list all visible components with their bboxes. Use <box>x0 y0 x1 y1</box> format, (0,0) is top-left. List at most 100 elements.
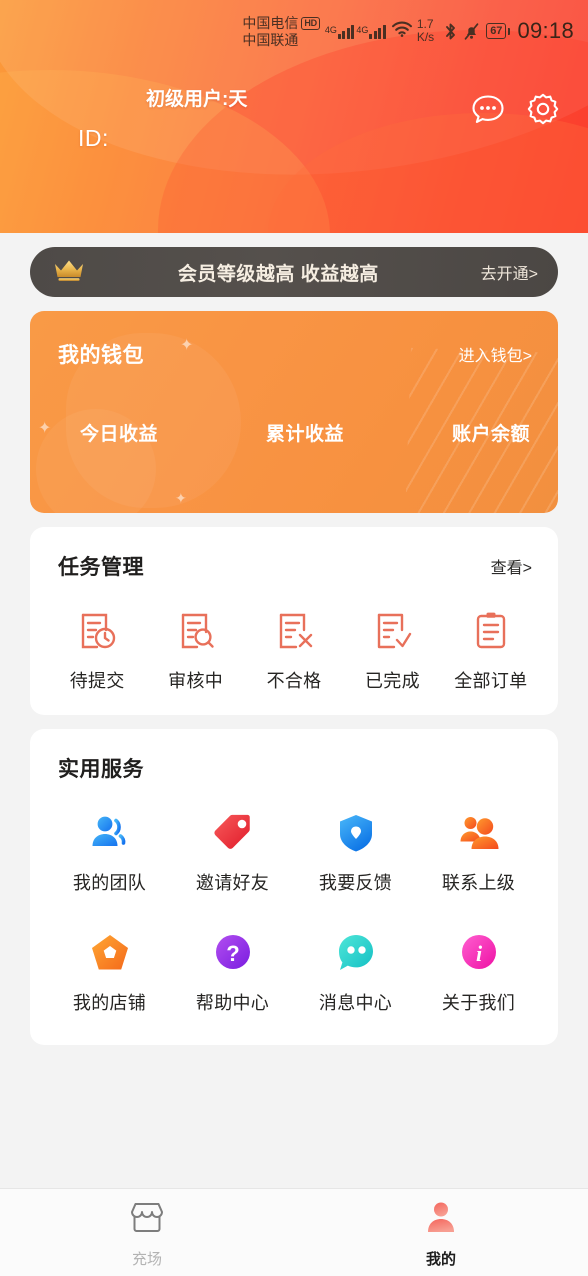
network-type-label-1: 4G <box>324 24 337 35</box>
sparkle-icon: ✦ <box>38 420 52 437</box>
wallet-stat-today[interactable]: 今日收益 <box>58 419 230 460</box>
services-grid-row-2: 我的店铺 ? 帮助中心 消息中心 i 关于我们 <box>48 929 540 1015</box>
signal-bars-icon <box>369 24 386 39</box>
wallet-card: ✦ ✦ ✦ 我的钱包 进入钱包> 今日收益 累计收益 账户余额 <box>30 311 558 513</box>
task-item-rejected[interactable]: 不合格 <box>245 607 343 693</box>
battery-cap <box>507 27 511 35</box>
wallet-header: 我的钱包 进入钱包> <box>58 339 532 369</box>
task-item-reviewing[interactable]: 审核中 <box>146 607 244 693</box>
wallet-stat-label: 今日收益 <box>80 424 159 445</box>
svg-text:i: i <box>475 941 482 966</box>
chat-dots-icon[interactable] <box>469 90 507 133</box>
battery-indicator: 67 <box>486 23 511 39</box>
hd-badge: HD <box>301 17 320 31</box>
shield-blue-icon <box>333 809 379 857</box>
task-item-pending-submit[interactable]: 待提交 <box>48 607 146 693</box>
wallet-stat-total[interactable]: 累计收益 <box>230 419 380 460</box>
task-item-completed[interactable]: 已完成 <box>343 607 441 693</box>
wallet-enter-link[interactable]: 进入钱包> <box>459 342 532 366</box>
app-root: 中国电信 HD 中国联通 4G 4G 1.7 K/s 67 09:18 初级用户… <box>0 0 588 1276</box>
clipboard-icon <box>468 607 514 655</box>
sparkle-icon: ✦ <box>175 490 187 506</box>
task-management-card: 任务管理 查看> 待提交 审核中 不合格 已完成 全部订单 <box>30 527 558 715</box>
network-speed-unit: K/s <box>416 30 435 44</box>
header-banner: 中国电信 HD 中国联通 4G 4G 1.7 K/s 67 09:18 初级用户… <box>0 0 588 233</box>
service-item-help-center[interactable]: ? 帮助中心 <box>171 929 294 1015</box>
service-item-label: 我的团队 <box>72 873 147 893</box>
task-item-all-orders[interactable]: 全部订单 <box>442 607 540 693</box>
people-blue-icon <box>87 809 133 857</box>
gear-icon[interactable] <box>524 90 562 133</box>
nav-item-label: 充场 <box>131 1251 162 1268</box>
service-item-label: 我的店铺 <box>72 993 147 1013</box>
wallet-stat-label: 账户余额 <box>451 424 530 445</box>
wifi-icon <box>391 21 413 42</box>
network-type-label-2: 4G <box>356 24 369 35</box>
store-icon <box>127 1200 167 1241</box>
doc-check-icon <box>369 607 415 655</box>
service-item-label: 消息中心 <box>318 993 393 1013</box>
nav-item-market[interactable]: 充场 <box>0 1189 294 1276</box>
profile-text-block: 初级用户:天 ID: <box>34 84 247 152</box>
task-management-title: 任务管理 <box>58 556 144 579</box>
svg-text:?: ? <box>226 941 239 966</box>
status-bar-clock: 09:18 <box>517 18 574 43</box>
wallet-stat-value <box>80 454 230 460</box>
bluetooth-icon <box>444 22 457 41</box>
services-header: 实用服务 <box>48 753 540 783</box>
carrier-names: 中国电信 HD 中国联通 <box>242 13 320 48</box>
task-item-label: 不合格 <box>266 671 322 691</box>
carrier-primary-label: 中国电信 <box>242 15 299 32</box>
task-management-header: 任务管理 查看> <box>48 551 540 581</box>
signal-indicator-2: 4G <box>356 24 386 39</box>
pentagon-shop-icon <box>87 929 133 977</box>
vip-banner[interactable]: 会员等级越高 收益越高 去开通> <box>30 247 558 297</box>
person-icon <box>421 1200 461 1241</box>
services-card: 实用服务 我的团队 邀请好友 我要反馈 联系上级 我的店铺 ? 帮助中心 消息中… <box>30 729 558 1045</box>
wallet-stat-balance[interactable]: 账户余额 <box>380 419 532 460</box>
nav-item-label: 我的 <box>425 1251 456 1268</box>
vip-activate-link[interactable]: 去开通> <box>481 260 538 284</box>
wallet-stat-value <box>380 454 530 460</box>
people-orange-icon <box>456 809 502 857</box>
task-item-label: 待提交 <box>69 671 125 691</box>
task-management-view-link[interactable]: 查看> <box>491 554 532 578</box>
service-item-label: 我要反馈 <box>318 873 393 893</box>
task-management-grid: 待提交 审核中 不合格 已完成 全部订单 <box>48 607 540 693</box>
wallet-title: 我的钱包 <box>58 344 144 367</box>
bottom-navigation: 充场 我的 <box>0 1188 588 1276</box>
network-speed: 1.7 K/s <box>416 17 435 45</box>
info-pink-icon: i <box>456 929 502 977</box>
service-item-about-us[interactable]: i 关于我们 <box>417 929 540 1015</box>
task-item-label: 全部订单 <box>454 671 528 691</box>
service-item-label: 帮助中心 <box>195 993 270 1013</box>
profile-section: 初级用户:天 ID: <box>0 62 588 152</box>
service-item-message-center[interactable]: 消息中心 <box>294 929 417 1015</box>
wallet-stats: 今日收益 累计收益 账户余额 <box>58 419 532 460</box>
service-item-invite-friends[interactable]: 邀请好友 <box>171 809 294 895</box>
services-grid-row-1: 我的团队 邀请好友 我要反馈 联系上级 <box>48 809 540 895</box>
doc-x-icon <box>271 607 317 655</box>
chat-cyan-icon <box>333 929 379 977</box>
signal-indicator-1: 4G <box>325 24 355 39</box>
wallet-stat-label: 累计收益 <box>265 424 344 445</box>
service-item-feedback[interactable]: 我要反馈 <box>294 809 417 895</box>
battery-percent-label: 67 <box>486 23 507 39</box>
service-item-label: 联系上级 <box>441 873 516 893</box>
question-purple-icon: ? <box>210 929 256 977</box>
signal-bars-icon <box>337 24 355 39</box>
mute-bell-icon <box>463 22 480 41</box>
tag-red-icon <box>210 809 256 857</box>
service-item-contact-superior[interactable]: 联系上级 <box>417 809 540 895</box>
service-item-label: 关于我们 <box>441 993 516 1013</box>
status-bar: 中国电信 HD 中国联通 4G 4G 1.7 K/s 67 09:18 <box>0 0 588 62</box>
service-item-my-shop[interactable]: 我的店铺 <box>48 929 171 1015</box>
user-id-label: ID: <box>78 125 109 151</box>
task-item-label: 已完成 <box>364 671 420 691</box>
doc-clock-icon <box>74 607 120 655</box>
user-level-label: 初级用户:天 <box>146 89 248 110</box>
nav-item-profile[interactable]: 我的 <box>294 1189 588 1276</box>
header-actions <box>469 84 562 133</box>
wallet-stat-value <box>230 454 380 460</box>
service-item-my-team[interactable]: 我的团队 <box>48 809 171 895</box>
